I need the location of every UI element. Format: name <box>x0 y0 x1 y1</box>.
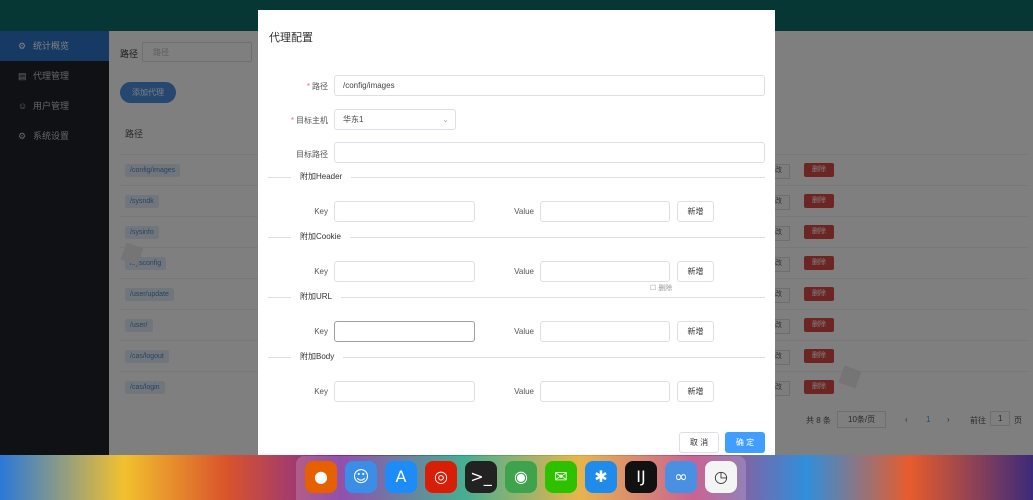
app-store-icon[interactable]: A <box>385 461 417 493</box>
value-label: Value <box>514 327 534 336</box>
path-label: * 路径 <box>306 82 328 91</box>
section-divider: 附加URL <box>268 291 765 302</box>
firefox-icon[interactable]: ● <box>305 461 337 493</box>
key-label: Key <box>314 387 328 396</box>
wechat-icon[interactable]: ✉ <box>545 461 577 493</box>
add-entry-button[interactable]: 新增 <box>677 321 714 342</box>
value-input[interactable] <box>540 381 670 402</box>
target-host-label: * 目标主机 <box>290 116 328 125</box>
key-input[interactable] <box>334 261 475 282</box>
proxy-config-dialog: 代理配置 * 路径 /config/images * 目标主机 华东1 ⌄ 目标路径… <box>258 10 775 455</box>
target-path-label: 目标路径 <box>296 150 328 159</box>
baidu-netdisk-icon[interactable]: ∞ <box>665 461 697 493</box>
section-title: 附加Header <box>291 171 352 182</box>
value-label: Value <box>514 207 534 216</box>
key-label: Key <box>314 327 328 336</box>
value-input[interactable] <box>540 201 670 222</box>
value-label: Value <box>514 387 534 396</box>
section-divider: 附加Header <box>268 171 765 182</box>
target-host-select[interactable]: 华东1 ⌄ <box>334 109 456 130</box>
add-entry-button[interactable]: 新增 <box>677 261 714 282</box>
key-input[interactable] <box>334 201 475 222</box>
add-entry-button[interactable]: 新增 <box>677 201 714 222</box>
value-input[interactable] <box>540 261 670 282</box>
path-input[interactable]: /config/images <box>334 75 765 96</box>
confirm-button[interactable]: 确 定 <box>725 432 765 453</box>
xmind-icon[interactable]: ✱ <box>585 461 617 493</box>
section-title: 附加Body <box>291 351 344 362</box>
add-entry-button[interactable]: 新增 <box>677 381 714 402</box>
key-input[interactable] <box>334 381 475 402</box>
cancel-button[interactable]: 取 消 <box>679 432 719 453</box>
section-title: 附加URL <box>291 291 342 302</box>
clock-icon[interactable]: ◷ <box>705 461 737 493</box>
value-input[interactable] <box>540 321 670 342</box>
netease-music-icon[interactable]: ◎ <box>425 461 457 493</box>
key-label: Key <box>314 267 328 276</box>
section-divider: 附加Cookie <box>268 231 765 242</box>
section-divider: 附加Body <box>268 351 765 362</box>
chrome-icon[interactable]: ◉ <box>505 461 537 493</box>
path-label-text: 路径 <box>312 82 328 91</box>
terminal-icon[interactable]: >_ <box>465 461 497 493</box>
chevron-down-icon: ⌄ <box>442 115 449 124</box>
target-path-input[interactable] <box>334 142 765 163</box>
key-label: Key <box>314 207 328 216</box>
finder-icon[interactable]: ☺ <box>345 461 377 493</box>
intellij-icon[interactable]: IJ <box>625 461 657 493</box>
value-label: Value <box>514 267 534 276</box>
section-title: 附加Cookie <box>291 231 350 242</box>
key-input[interactable] <box>334 321 475 342</box>
target-host-label-text: 目标主机 <box>296 116 328 125</box>
hint-text: ☐ 删除 <box>650 285 673 292</box>
target-host-value: 华东1 <box>343 115 364 124</box>
dialog-title: 代理配置 <box>269 32 313 44</box>
